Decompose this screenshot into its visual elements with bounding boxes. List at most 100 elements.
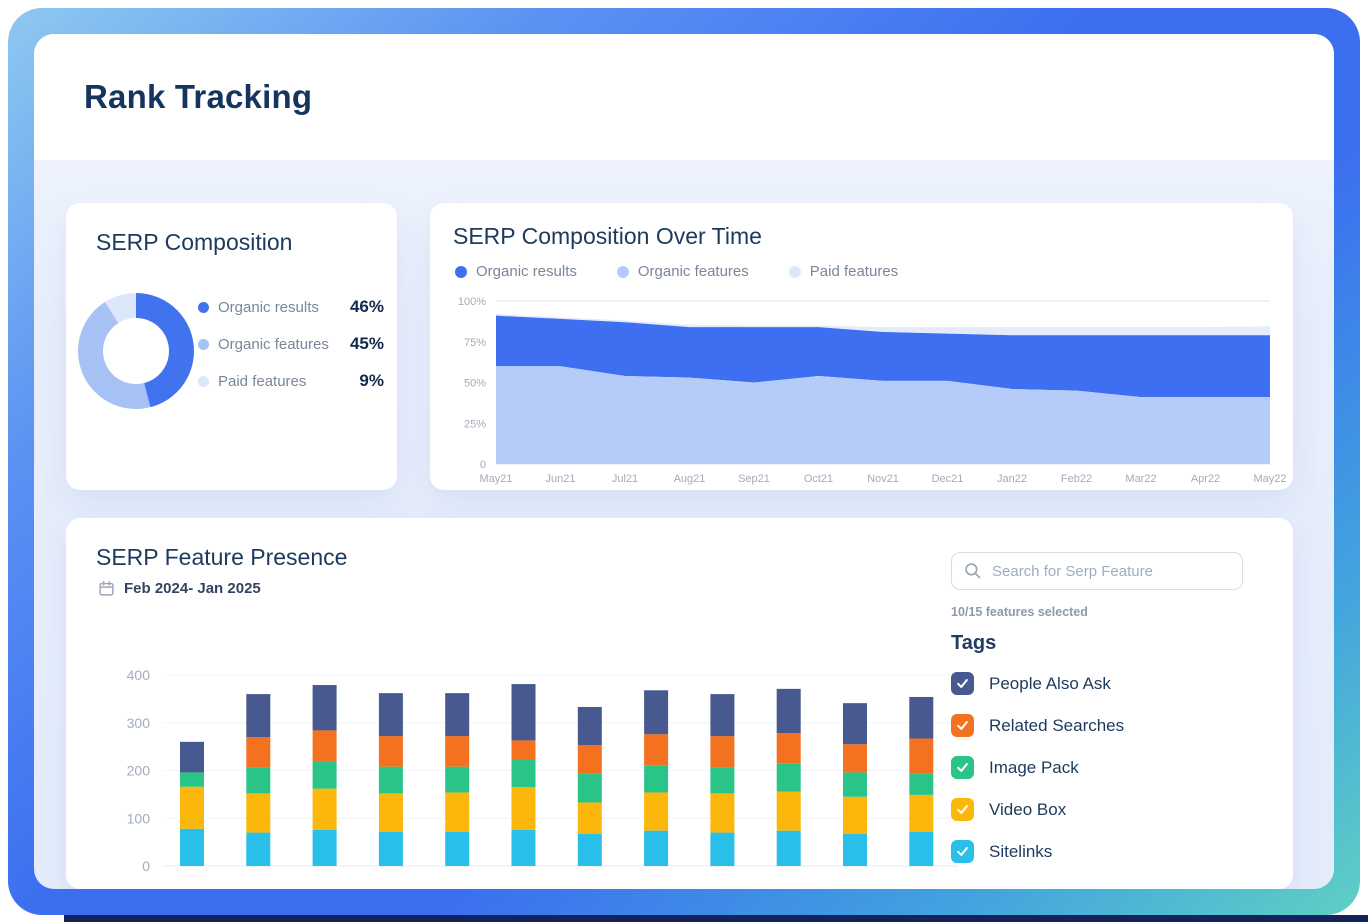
screen: Rank Tracking SERP Composition Organic r… xyxy=(0,0,1368,922)
legend-item-organic-results: Organic results xyxy=(455,263,577,280)
svg-text:May21: May21 xyxy=(479,473,512,485)
tag-checkbox[interactable] xyxy=(951,714,974,737)
tag-checkbox[interactable] xyxy=(951,840,974,863)
legend-label: Paid features xyxy=(218,373,359,390)
features-selected-count: 10/15 features selected xyxy=(951,605,1251,619)
tag-checkbox[interactable] xyxy=(951,798,974,821)
page-title: Rank Tracking xyxy=(84,78,312,116)
svg-text:0: 0 xyxy=(142,858,150,874)
legend-dot xyxy=(198,339,209,350)
serp-composition-title: SERP Composition xyxy=(96,229,292,256)
tag-label: Sitelinks xyxy=(989,842,1052,862)
bar-3 xyxy=(313,685,337,866)
tag-list: People Also Ask Related Searches Image Pac… xyxy=(951,671,1251,864)
svg-text:25%: 25% xyxy=(464,418,486,430)
feature-filter-panel: 10/15 features selected Tags People Also… xyxy=(951,552,1251,881)
bar-1 xyxy=(180,742,204,866)
serp-feature-presence-title: SERP Feature Presence xyxy=(96,544,347,571)
svg-text:300: 300 xyxy=(127,715,151,731)
legend-value: 46% xyxy=(350,297,384,317)
legend-dot xyxy=(617,266,629,278)
legend-dot xyxy=(198,376,209,387)
serp-over-time-card: SERP Composition Over Time Organic resul… xyxy=(430,203,1293,490)
stacked-area-chart: 100%75%50%25%0May21Jun21Jul21Aug21Sep21O… xyxy=(438,289,1286,489)
svg-text:200: 200 xyxy=(127,763,151,779)
serp-over-time-legend: Organic results Organic features Paid fe… xyxy=(455,263,898,280)
svg-text:Nov21: Nov21 xyxy=(867,473,899,485)
svg-text:Mar22: Mar22 xyxy=(1125,473,1156,485)
tag-row-people-also-ask[interactable]: People Also Ask xyxy=(951,671,1251,696)
bar-10 xyxy=(777,689,801,866)
svg-text:400: 400 xyxy=(127,667,151,683)
tag-row-sitelinks[interactable]: Sitelinks xyxy=(951,839,1251,864)
window-bottom-edge xyxy=(64,915,1368,922)
tag-label: Related Searches xyxy=(989,716,1124,736)
legend-value: 9% xyxy=(359,371,384,391)
date-range[interactable]: Feb 2024- Jan 2025 xyxy=(98,580,261,597)
serp-composition-legend: Organic results 46% Organic features 45%… xyxy=(198,295,384,406)
svg-text:Jul21: Jul21 xyxy=(612,473,638,485)
tag-row-video-box[interactable]: Video Box xyxy=(951,797,1251,822)
legend-value: 45% xyxy=(350,334,384,354)
tag-checkbox[interactable] xyxy=(951,756,974,779)
svg-text:Apr22: Apr22 xyxy=(1191,473,1220,485)
serp-over-time-title: SERP Composition Over Time xyxy=(453,223,762,250)
svg-text:Sep21: Sep21 xyxy=(738,473,770,485)
svg-text:Jan22: Jan22 xyxy=(997,473,1027,485)
check-icon xyxy=(955,802,970,817)
svg-text:Feb22: Feb22 xyxy=(1061,473,1092,485)
svg-text:50%: 50% xyxy=(464,378,486,390)
stacked-bar-chart: 400 300 200 100 0 xyxy=(78,658,978,883)
svg-text:Jun21: Jun21 xyxy=(546,473,576,485)
serp-composition-donut-chart xyxy=(78,293,194,409)
bar-8 xyxy=(644,690,668,866)
search-input[interactable] xyxy=(992,563,1230,580)
check-icon xyxy=(955,760,970,775)
app-header: Rank Tracking xyxy=(34,34,1334,160)
gradient-frame: Rank Tracking SERP Composition Organic r… xyxy=(8,8,1360,915)
dashboard-background: Rank Tracking SERP Composition Organic r… xyxy=(34,34,1334,889)
tag-row-related-searches[interactable]: Related Searches xyxy=(951,713,1251,738)
svg-text:Aug21: Aug21 xyxy=(674,473,706,485)
svg-text:0: 0 xyxy=(480,459,486,471)
tag-checkbox[interactable] xyxy=(951,672,974,695)
serp-feature-search[interactable] xyxy=(951,552,1243,590)
legend-item-organic-features: Organic features xyxy=(617,263,749,280)
bar-9 xyxy=(710,694,734,866)
serp-composition-card: SERP Composition Organic results 46% Org… xyxy=(66,203,397,490)
legend-dot xyxy=(455,266,467,278)
search-icon xyxy=(964,562,982,580)
tags-heading: Tags xyxy=(951,632,1251,655)
date-range-text: Feb 2024- Jan 2025 xyxy=(124,580,261,597)
tag-label: People Also Ask xyxy=(989,674,1111,694)
legend-row-paid-features: Paid features 9% xyxy=(198,369,384,393)
svg-text:May22: May22 xyxy=(1253,473,1286,485)
bar-11 xyxy=(843,703,867,866)
svg-text:75%: 75% xyxy=(464,337,486,349)
legend-label: Organic features xyxy=(218,336,350,353)
check-icon xyxy=(955,676,970,691)
legend-dot xyxy=(198,302,209,313)
legend-label: Organic results xyxy=(476,263,577,280)
tag-label: Image Pack xyxy=(989,758,1079,778)
bar-2 xyxy=(246,694,270,866)
legend-label: Organic results xyxy=(218,299,350,316)
legend-item-paid-features: Paid features xyxy=(789,263,898,280)
bar-7 xyxy=(578,707,602,866)
tag-row-image-pack[interactable]: Image Pack xyxy=(951,755,1251,780)
bar-12 xyxy=(909,697,933,866)
bar-4 xyxy=(379,693,403,866)
legend-row-organic-features: Organic features 45% xyxy=(198,332,384,356)
bar-6 xyxy=(512,684,536,866)
bar-5 xyxy=(445,693,469,866)
legend-label: Paid features xyxy=(810,263,898,280)
check-icon xyxy=(955,718,970,733)
svg-text:Dec21: Dec21 xyxy=(932,473,964,485)
svg-text:100: 100 xyxy=(127,810,151,826)
legend-label: Organic features xyxy=(638,263,749,280)
check-icon xyxy=(955,844,970,859)
serp-feature-presence-card: SERP Feature Presence Feb 2024- Jan 2025… xyxy=(66,518,1293,889)
tag-label: Video Box xyxy=(989,800,1066,820)
legend-dot xyxy=(789,266,801,278)
svg-text:Oct21: Oct21 xyxy=(804,473,833,485)
